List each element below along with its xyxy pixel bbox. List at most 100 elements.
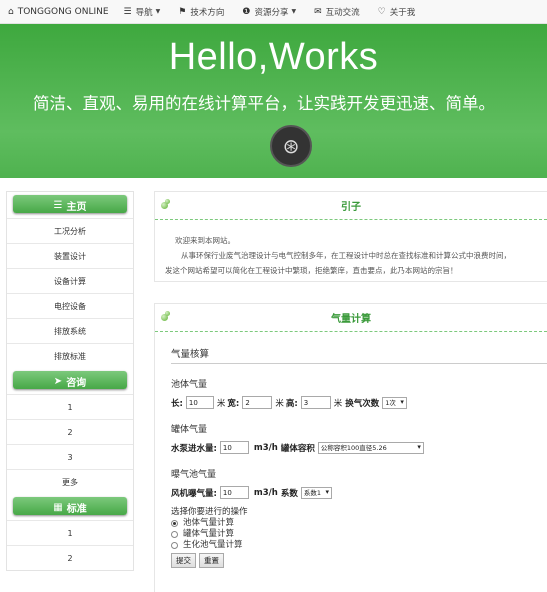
height-input[interactable]: 3 [300,396,331,409]
coef-select[interactable]: 系数1 [300,486,332,499]
hero-banner: Hello,Works 简洁、直观、易用的在线计算平台，让实践开发更迅速、简单。… [0,24,547,178]
radio-unchecked-icon [171,531,178,538]
hero-subtitle: 简洁、直观、易用的在线计算平台，让实践开发更迅速、简单。 [33,94,495,113]
brand-label: TONGGONG ONLINE [17,6,109,17]
sidebar-item[interactable]: 排放标准 [7,343,133,368]
exchange-select[interactable]: 1次 [382,396,407,409]
volume-label: 罐体容积 [280,443,315,454]
calc-title-bar: 气量计算 [155,304,547,332]
radio-tank[interactable]: 罐体气量计算 [171,529,547,540]
calc-heading: 气量核算 [171,332,547,364]
flag-icon: ⚑ [178,6,187,17]
sidebar-item[interactable]: 2 [7,419,133,444]
operation-group: 选择你要进行的操作 池体气量计算 罐体气量计算 生化池气量计算 [171,507,547,551]
grid-icon: ▦ [53,501,63,513]
reset-button[interactable]: 重置 [199,553,224,568]
submit-button[interactable]: 提交 [171,553,196,568]
top-navbar: ⌂ TONGGONG ONLINE ☰ 导航 ▼ ⚑ 技术方向 ❶ 资源分享 ▼ ✉ 互动交流… [0,0,547,24]
sidebar-item[interactable]: 2 [7,545,133,570]
caret-down-icon: ▼ [291,8,297,15]
intro-line: 从事环保行业废气治理设计与电气控制多年，在工程设计中时总在查找标准和计算公式中浪… [181,251,511,260]
nav-label: 关于我 [389,7,416,18]
heart-icon: ♡ [377,6,386,17]
intro-title: 引子 [341,202,361,213]
nav-label: 资源分享 [254,7,289,18]
caret-down-icon: ▼ [155,8,161,15]
radio-label: 池体气量计算 [183,518,235,528]
sidebar-item[interactable]: 3 [7,444,133,469]
pump-label: 水泵进水量: [171,443,217,454]
section-title: 咨询 [66,377,87,389]
nav-item-resources[interactable]: ❶ 资源分享 ▼ [233,6,305,18]
nav-item-interact[interactable]: ✉ 互动交流 [305,6,369,18]
volume-select[interactable]: 公称容积100直径5.26 [317,441,424,454]
nav-label: 互动交流 [325,7,360,18]
sidebar-item[interactable]: 工况分析 [7,218,133,243]
sidebar-item[interactable]: 排放系统 [7,318,133,343]
calc-form: 气量核算 池体气量 长: 10 米 宽: 2 米 高: 3 米 换气次数 1次 … [155,332,547,568]
sidebar-item[interactable]: 电控设备 [7,293,133,318]
tank-row: 水泵进水量: 10 m3/h 罐体容积 公称容积100直径5.26 [171,441,547,454]
sidebar: ☰ 主页 工况分析 装置设计 设备计算 电控设备 排放系统 排放标准 ➤ 咨询 1 … [6,191,134,571]
fingerprint-icon: ⊛ [282,134,300,158]
avatar[interactable]: ⊛ [270,125,312,167]
sidebar-item[interactable]: 设备计算 [7,268,133,293]
radio-bio[interactable]: 生化池气量计算 [171,540,547,551]
section-title: 标准 [66,503,87,515]
radio-label: 生化池气量计算 [183,540,243,550]
bubble-icon [161,199,173,211]
calc-title: 气量计算 [331,314,371,325]
tank-section-label: 罐体气量 [171,425,208,435]
pump-input[interactable]: 10 [219,441,249,454]
length-label: 长: [171,398,183,409]
radio-label: 罐体气量计算 [183,529,235,539]
envelope-icon: ✉ [314,6,322,17]
radio-pool[interactable]: 池体气量计算 [171,518,547,529]
list-icon: ☰ [123,6,132,17]
nav-label: 技术方向 [190,7,225,18]
pool-row: 长: 10 米 宽: 2 米 高: 3 米 换气次数 1次 [171,396,547,409]
sidebar-section-consult: ➤ 咨询 [7,368,133,394]
width-input[interactable]: 2 [242,396,273,409]
length-input[interactable]: 10 [185,396,214,409]
radio-checked-icon [171,520,178,527]
height-label: 高: [285,398,298,409]
nav-item-navigation[interactable]: ☰ 导航 ▼ [115,6,170,18]
intro-line: 欢迎来到本网站。 [175,236,235,245]
info-circle-icon: ❶ [242,6,251,17]
unit-label: m3/h [253,442,278,453]
unit-label: 米 [333,398,343,409]
fan-input[interactable]: 10 [219,486,249,499]
unit-label: 米 [216,398,226,409]
fan-label: 风机曝气量: [171,488,217,499]
intro-panel: 引子 欢迎来到本网站。 从事环保行业废气治理设计与电气控制多年，在工程设计中时总… [154,191,547,282]
sidebar-section-standard: ▦ 标准 [7,494,133,520]
aeration-row: 风机曝气量: 10 m3/h 系数 系数1 [171,486,547,499]
pool-section-label: 池体气量 [171,380,208,390]
sidebar-item[interactable]: 装置设计 [7,243,133,268]
intro-line: 发这个网站希望可以简化在工程设计中繁琐，拒绝繁庠，直击要点，此乃本网站的宗旨！ [165,266,458,275]
sidebar-section-home: ☰ 主页 [7,192,133,218]
intro-title-bar: 引子 [155,192,547,220]
list-icon: ☰ [53,199,63,211]
hero-title: Hello,Works [168,36,379,78]
operation-prompt: 选择你要进行的操作 [171,507,248,517]
nav-item-about[interactable]: ♡ 关于我 [369,6,425,18]
sidebar-item[interactable]: 更多 [7,469,133,494]
sidebar-item[interactable]: 1 [7,394,133,419]
brand-link[interactable]: ⌂ TONGGONG ONLINE [0,7,115,17]
paper-plane-icon: ➤ [53,375,63,387]
nav-item-tech[interactable]: ⚑ 技术方向 [169,6,233,18]
coef-label: 系数 [280,488,298,499]
intro-text: 欢迎来到本网站。 从事环保行业废气治理设计与电气控制多年，在工程设计中时总在查找… [155,220,547,278]
unit-label: m3/h [253,487,278,498]
width-label: 宽: [227,398,240,409]
section-title: 主页 [66,201,87,213]
aeration-section-label: 曝气池气量 [171,470,217,480]
exchange-label: 换气次数 [345,398,380,409]
nav-label: 导航 [135,7,153,18]
bubble-icon [161,311,173,323]
calc-panel: 气量计算 气量核算 池体气量 长: 10 米 宽: 2 米 高: 3 米 换气次… [154,303,547,592]
sidebar-item[interactable]: 1 [7,520,133,545]
form-buttons: 提交 重置 [171,553,547,568]
